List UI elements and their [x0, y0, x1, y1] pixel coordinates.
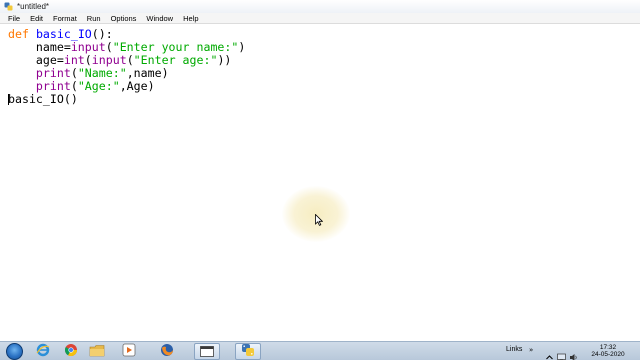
code-token: name=	[8, 40, 71, 54]
python-icon	[4, 2, 13, 11]
system-clock[interactable]: 17:32 24-05-2020	[586, 344, 630, 358]
taskbar-python-idle[interactable]	[235, 343, 261, 360]
code-token-fn: basic_IO	[35, 27, 92, 41]
volume-icon[interactable]	[569, 347, 578, 360]
code-token-kw: def	[8, 27, 29, 41]
code-token-bi: print	[35, 79, 71, 93]
code-token-bi: input	[70, 40, 106, 54]
taskbar-window[interactable]	[194, 343, 220, 360]
menu-file[interactable]: File	[0, 13, 25, 24]
mouse-pointer-icon	[315, 211, 324, 226]
taskbar-firefox[interactable]	[154, 343, 180, 360]
chrome-icon	[64, 342, 78, 360]
code-token: )	[238, 40, 246, 54]
taskbar-internet-explorer[interactable]	[30, 343, 56, 360]
code-token: ,Age)	[119, 79, 155, 93]
code-token-bi: int	[63, 53, 85, 67]
code-token: ():	[91, 27, 113, 41]
network-icon[interactable]	[557, 347, 566, 360]
taskbar-file-explorer[interactable]	[84, 343, 110, 360]
menu-run[interactable]: Run	[82, 13, 106, 24]
title-bar: *untitled*	[0, 0, 640, 13]
code-token: (	[70, 79, 78, 93]
show-hidden-icons-icon[interactable]	[545, 347, 554, 360]
code-token: (	[126, 53, 134, 67]
code-text[interactable]: def basic_IO(): name=input("Enter your n…	[8, 28, 245, 106]
code-token: ))	[217, 53, 232, 67]
code-token-str: "Enter your name:"	[112, 40, 239, 54]
menu-window[interactable]: Window	[141, 13, 178, 24]
menu-format[interactable]: Format	[48, 13, 82, 24]
menu-edit[interactable]: Edit	[25, 13, 48, 24]
start-button[interactable]	[6, 343, 23, 360]
python-idle-icon	[241, 342, 255, 360]
menu-options[interactable]: Options	[106, 13, 142, 24]
code-token-str: "Age:"	[77, 79, 120, 93]
internet-explorer-icon	[36, 342, 50, 360]
clock-time: 17:32	[599, 344, 617, 351]
taskbar-media-player[interactable]	[116, 343, 142, 360]
firefox-icon	[160, 342, 174, 360]
window-icon	[200, 342, 214, 360]
code-token: basic_IO()	[8, 92, 78, 106]
menu-help[interactable]: Help	[178, 13, 203, 24]
taskbar-chrome[interactable]	[58, 343, 84, 360]
code-token-bi: input	[91, 53, 127, 67]
code-token: (	[70, 66, 78, 80]
code-token: (	[105, 40, 113, 54]
file-explorer-icon	[89, 342, 105, 360]
window-title: *untitled*	[17, 2, 50, 11]
taskbar: Links » 17:32 24-05-2020	[0, 341, 640, 360]
code-token: (	[84, 53, 92, 67]
media-player-icon	[122, 342, 136, 360]
code-line[interactable]: basic_IO()	[8, 93, 245, 106]
chevron-right-icon[interactable]: »	[529, 346, 533, 354]
clock-date: 24-05-2020	[591, 351, 625, 358]
code-token-str: "Enter age:"	[133, 53, 218, 67]
code-token: age=	[8, 53, 64, 67]
menu-bar: File Edit Format Run Options Window Help	[0, 13, 640, 24]
links-toolbar[interactable]: Links	[506, 346, 522, 353]
code-token-str: "Name:"	[77, 66, 127, 80]
code-token: ,name)	[126, 66, 169, 80]
code-editor[interactable]: def basic_IO(): name=input("Enter your n…	[0, 24, 640, 341]
code-token-bi: print	[35, 66, 71, 80]
